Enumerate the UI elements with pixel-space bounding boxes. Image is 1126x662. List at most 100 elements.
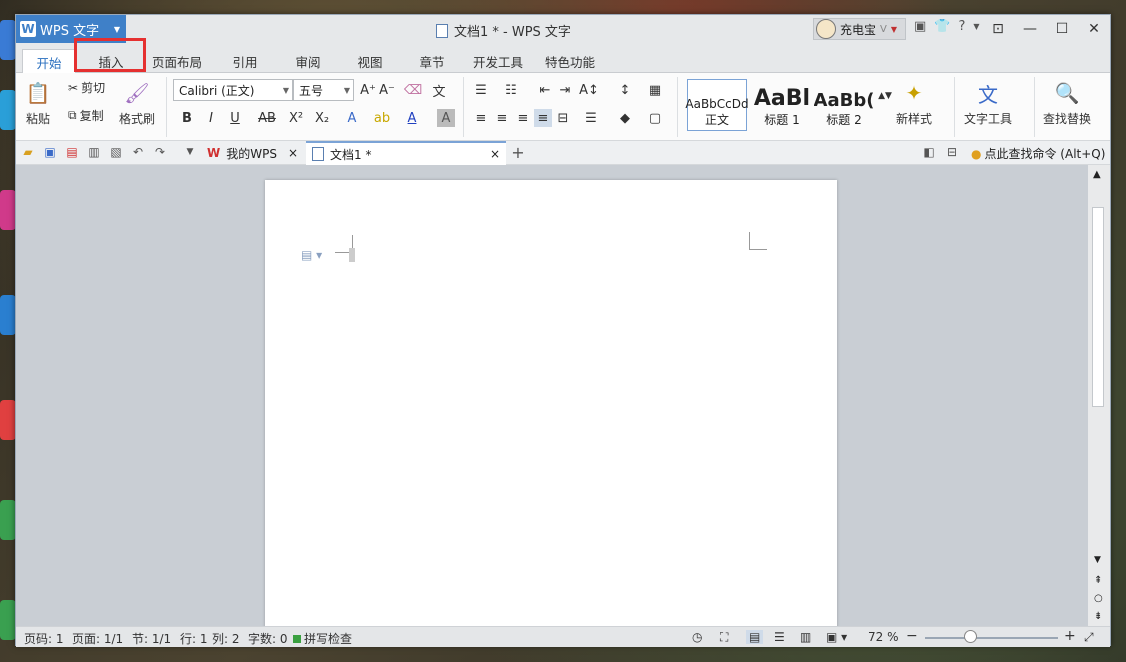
prev-page-icon[interactable]: ⇞	[1094, 575, 1102, 586]
command-search[interactable]: ● 点此查找命令 (Alt+Q)	[971, 145, 1105, 162]
desktop-app-icon[interactable]	[0, 500, 16, 540]
status-page-num[interactable]: 页码: 1	[24, 630, 64, 647]
scrollbar-thumb[interactable]	[1092, 207, 1104, 407]
save-icon[interactable]: ▣	[42, 144, 58, 160]
tab-special-features[interactable]: 特色功能	[540, 49, 600, 73]
sort-icon[interactable]: ↕	[616, 81, 634, 99]
zoom-out-icon[interactable]: −	[906, 628, 918, 644]
status-section[interactable]: 节: 1/1	[132, 630, 171, 647]
read-mode-icon[interactable]: ◧	[921, 144, 937, 160]
chevron-down-icon[interactable]: ▼	[182, 144, 198, 160]
font-size-select[interactable]: 五号 ▼	[293, 79, 354, 101]
tab-chapter[interactable]: 章节	[408, 49, 456, 73]
cut-button[interactable]: ✂ 剪切	[68, 79, 105, 96]
justify-icon[interactable]: ≡	[534, 109, 552, 127]
scroll-top-icon[interactable]: ▲	[1093, 169, 1101, 180]
font-color-icon[interactable]: A	[403, 109, 421, 127]
increase-indent-icon[interactable]: ⇥	[556, 81, 574, 99]
numbered-list-icon[interactable]: ☷	[502, 81, 520, 99]
doc-tab-document-1[interactable]: 文档1 * ×	[306, 141, 506, 165]
zoom-slider-knob[interactable]	[964, 630, 977, 643]
superscript-icon[interactable]: X²	[287, 109, 305, 127]
highlight-color-icon[interactable]: ab	[373, 109, 391, 127]
new-style-button[interactable]: ✦ 新样式	[896, 79, 932, 127]
italic-icon[interactable]: I	[202, 109, 220, 127]
print-icon[interactable]: ▥	[86, 144, 102, 160]
restore-window-icon[interactable]: ⊡	[982, 15, 1014, 43]
text-direction-icon[interactable]: A↕	[579, 81, 599, 99]
open-folder-icon[interactable]: ▰	[20, 144, 36, 160]
spell-check-toggle[interactable]: 拼写检查	[293, 630, 352, 647]
status-pages[interactable]: 页面: 1/1	[72, 630, 123, 647]
paragraph-shading-icon[interactable]: ◆	[616, 109, 634, 127]
style-normal[interactable]: AaBbCcDd 正文	[685, 79, 749, 131]
status-row[interactable]: 行: 1	[180, 630, 208, 647]
outline-view-icon[interactable]: ☰	[774, 630, 785, 644]
bullet-list-icon[interactable]: ☰	[472, 81, 490, 99]
paste-options-icon[interactable]: ▤ ▾	[301, 248, 322, 262]
align-center-icon[interactable]: ≡	[493, 109, 511, 127]
fit-window-icon[interactable]: ⤢	[1084, 630, 1094, 645]
new-tab-icon[interactable]: +	[510, 143, 526, 162]
status-column[interactable]: 列: 2	[212, 630, 240, 647]
strikethrough-icon[interactable]: AB	[254, 109, 280, 127]
web-view-icon[interactable]: ▥	[800, 630, 811, 644]
tab-review[interactable]: 审阅	[284, 49, 332, 73]
desktop-app-icon[interactable]	[0, 190, 16, 230]
zoom-in-icon[interactable]: +	[1064, 628, 1076, 644]
vertical-scrollbar[interactable]: ▲ ▼ ⇞ ○ ⇟	[1088, 165, 1110, 626]
tab-page-layout[interactable]: 页面布局	[146, 49, 208, 73]
close-icon[interactable]: ×	[490, 147, 500, 161]
fullscreen-icon[interactable]: ⛶	[720, 630, 728, 645]
tab-developer[interactable]: 开发工具	[468, 49, 528, 73]
desktop-app-icon[interactable]	[0, 400, 16, 440]
font-name-select[interactable]: Calibri (正文) ▼	[173, 79, 293, 101]
align-right-icon[interactable]: ≡	[514, 109, 532, 127]
chevron-down-icon[interactable]: ▼	[973, 22, 979, 31]
tab-view[interactable]: 视图	[346, 49, 394, 73]
zoom-level[interactable]: 72 %	[868, 630, 899, 644]
border-icon[interactable]: ▢	[646, 109, 664, 127]
maximize-button[interactable]: ☐	[1046, 15, 1078, 43]
close-icon[interactable]: ×	[288, 146, 298, 160]
print-preview-icon[interactable]: ▧	[108, 144, 124, 160]
shrink-font-icon[interactable]: A⁻	[378, 81, 396, 99]
style-heading-2[interactable]: AaBb( 标题 2	[814, 79, 874, 131]
decrease-indent-icon[interactable]: ⇤	[536, 81, 554, 99]
phonetic-guide-icon[interactable]: 文	[430, 81, 448, 100]
help-icon[interactable]: ?	[958, 19, 965, 34]
tab-home[interactable]: 开始	[22, 49, 76, 74]
grow-font-icon[interactable]: A⁺	[359, 81, 377, 99]
format-painter-button[interactable]: 🖌 格式刷	[119, 79, 155, 127]
minimize-button[interactable]: —	[1014, 15, 1046, 43]
desktop-app-icon[interactable]	[0, 295, 16, 335]
find-replace-button[interactable]: 🔍 查找替换	[1043, 79, 1091, 127]
shirt-icon[interactable]: 👕	[934, 19, 950, 34]
redo-icon[interactable]: ↷	[152, 144, 168, 160]
page-view-icon[interactable]: ▤	[746, 630, 764, 644]
next-page-icon[interactable]: ⇟	[1094, 611, 1102, 622]
status-word-count[interactable]: 字数: 0	[248, 630, 288, 647]
char-shading-icon[interactable]: A	[437, 109, 455, 127]
browser-icon[interactable]	[0, 90, 16, 130]
distributed-align-icon[interactable]: ⊟	[554, 109, 572, 127]
desktop-app-icon[interactable]	[0, 20, 16, 60]
reading-view-icon[interactable]: ▣ ▾	[826, 630, 847, 644]
desktop-app-icon[interactable]	[0, 600, 16, 640]
table-icon[interactable]: ▦	[646, 81, 664, 99]
document-page[interactable]: ▤ ▾	[265, 180, 837, 630]
export-pdf-icon[interactable]: ▤	[64, 144, 80, 160]
copy-button[interactable]: ⧉ 复制	[68, 107, 104, 124]
zoom-slider[interactable]	[925, 637, 1058, 639]
subscript-icon[interactable]: X₂	[313, 109, 331, 127]
doc-tab-my-wps[interactable]: W 我的WPS ×	[201, 141, 304, 165]
line-spacing-icon[interactable]: ☰	[582, 109, 600, 127]
style-heading-1[interactable]: AaBl 标题 1	[751, 79, 813, 131]
paste-button[interactable]: 📋 粘贴	[24, 79, 52, 127]
history-icon[interactable]: ◷	[692, 630, 702, 644]
user-account-button[interactable]: 充电宝 V ▼	[813, 18, 906, 40]
bold-icon[interactable]: B	[178, 109, 196, 127]
align-left-icon[interactable]: ≡	[472, 109, 490, 127]
text-tools-button[interactable]: 文 文字工具	[964, 79, 1012, 127]
tab-references[interactable]: 引用	[221, 49, 269, 73]
